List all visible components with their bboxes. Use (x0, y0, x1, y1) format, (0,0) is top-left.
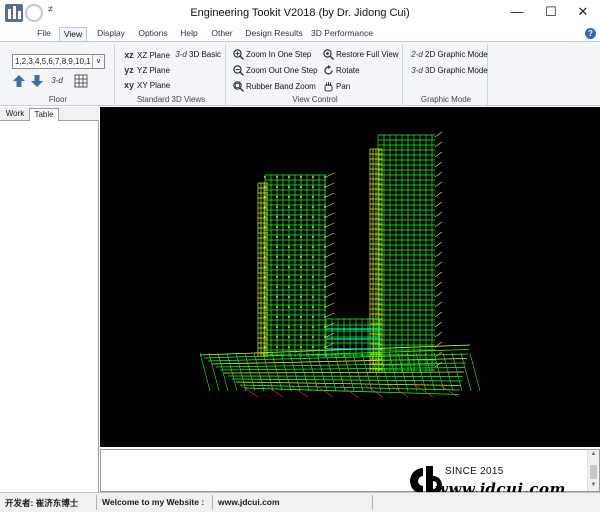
zoom-in-label: Zoom In One Step (246, 50, 312, 59)
3d-basic-label: 3D Basic (189, 50, 222, 59)
graphic-mode-label: Graphic Mode (420, 95, 472, 104)
close-button[interactable]: ✕ (566, 0, 600, 24)
3d-basic-icon: 3-d (175, 50, 187, 59)
xy-plane-button[interactable]: xy XY Plane (123, 80, 170, 90)
xz-plane-label: XZ Plane (137, 50, 170, 60)
tab-help[interactable]: Help (177, 27, 201, 41)
table-icon[interactable] (74, 74, 88, 88)
maximize-button[interactable]: ☐ (534, 0, 568, 24)
status-divider (372, 495, 373, 510)
pan-button[interactable]: Pan (323, 81, 350, 92)
scroll-up-icon[interactable]: ▲ (588, 451, 599, 457)
tab-view[interactable]: View (59, 27, 87, 41)
yz-plane-icon: yz (124, 65, 134, 75)
tab-options[interactable]: Options (135, 27, 171, 41)
welcome-text: Welcome to my Website : (102, 497, 205, 507)
rotate-label: Rotate (336, 66, 360, 75)
view-control-label: View Control (292, 95, 338, 104)
restore-full-view-icon (323, 49, 334, 60)
rotate-button[interactable]: Rotate (323, 65, 360, 76)
restore-full-view-label: Restore Full View (336, 50, 399, 59)
floor-group-label: Floor (48, 95, 68, 104)
ribbon: 1,2,3,4,5,6,7,8,9,10,1 ∨ 3-d Floor xz XZ… (0, 41, 600, 106)
tab-other[interactable]: Other (208, 27, 236, 41)
xy-plane-icon: xy (123, 80, 134, 90)
standard-3d-views-group: xz XZ Plane yz YZ Plane xy XY Plane 3-d … (117, 44, 226, 105)
xz-plane-button[interactable]: xz XZ Plane (123, 50, 170, 60)
app-window: ≠ Engineering Tookit V2018 (by Dr. Jidon… (0, 0, 600, 512)
2d-graphic-mode-icon: 2-d (411, 50, 423, 59)
zoom-out-label: Zoom Out One Step (246, 66, 318, 75)
2d-graphic-mode-label: 2D Graphic Mode (425, 50, 488, 59)
floor-up-icon[interactable] (12, 74, 26, 88)
3d-graphic-mode-label: 3D Graphic Mode (425, 66, 488, 75)
3d-basic-button[interactable]: 3-d 3D Basic (175, 50, 221, 59)
floor-3d-label: 3-d (51, 76, 63, 85)
left-panel: Work Table (0, 107, 99, 492)
status-divider (96, 495, 97, 510)
status-divider (212, 495, 213, 510)
zoom-out-button[interactable]: Zoom Out One Step (233, 65, 318, 76)
tab-3d-performance[interactable]: 3D Performance (311, 27, 373, 41)
pan-hand-icon (324, 82, 333, 92)
tab-display[interactable]: Display (93, 27, 129, 41)
left-panel-tabs: Work Table (0, 107, 99, 121)
floor-3d-button[interactable]: 3-d (51, 76, 63, 85)
restore-full-view-button[interactable]: Restore Full View (323, 49, 399, 60)
status-bar: 开发者: 崔济东博士 Welcome to my Website : www.j… (0, 492, 600, 512)
graphic-mode-group: 2-d 2D Graphic Mode 3-d 3D Graphic Mode … (405, 44, 488, 105)
standard-3d-views-label: Standard 3D Views (136, 95, 206, 104)
xz-plane-icon: xz (124, 50, 134, 60)
3d-graphic-mode-button[interactable]: 3-d 3D Graphic Mode (411, 66, 488, 75)
tab-table[interactable]: Table (29, 108, 59, 121)
zoom-in-button[interactable]: Zoom In One Step (233, 49, 311, 60)
watermark-since: SINCE 2015 (445, 466, 504, 477)
help-icon[interactable]: ? (585, 28, 596, 39)
3d-viewport[interactable] (100, 107, 600, 447)
3d-graphic-mode-icon: 3-d (411, 66, 423, 75)
ribbon-tabs: File View Display Options Help Other Des… (0, 26, 600, 41)
website-link[interactable]: www.jdcui.com (218, 497, 280, 507)
building-wireframe-model[interactable] (100, 107, 600, 447)
view-control-group: Zoom In One Step Zoom Out One Step Rubbe… (228, 44, 403, 105)
tab-design-results[interactable]: Design Results (243, 27, 305, 41)
floor-select-value: 1,2,3,4,5,6,7,8,9,10,1 (15, 57, 91, 66)
rubber-band-zoom-button[interactable]: Rubber Band Zoom (233, 81, 316, 92)
zoom-in-icon (233, 49, 244, 60)
yz-plane-label: YZ Plane (137, 65, 170, 75)
tab-work[interactable]: Work (2, 108, 28, 121)
floor-group: 1,2,3,4,5,6,7,8,9,10,1 ∨ 3-d Floor (2, 44, 115, 105)
yz-plane-button[interactable]: yz YZ Plane (123, 65, 170, 75)
rubber-band-zoom-icon (233, 81, 244, 92)
zoom-out-icon (233, 65, 244, 76)
2d-graphic-mode-button[interactable]: 2-d 2D Graphic Mode (411, 50, 488, 59)
floor-down-icon[interactable] (30, 74, 44, 88)
developer-credit: 开发者: 崔济东博士 (5, 498, 79, 508)
rotate-icon (324, 65, 333, 75)
title-bar: ≠ Engineering Tookit V2018 (by Dr. Jidon… (0, 0, 600, 26)
chevron-down-icon[interactable]: ∨ (92, 55, 104, 68)
tab-file[interactable]: File (32, 27, 56, 41)
floor-select[interactable]: 1,2,3,4,5,6,7,8,9,10,1 ∨ (12, 54, 105, 69)
xy-plane-label: XY Plane (137, 80, 171, 90)
rubber-band-zoom-label: Rubber Band Zoom (246, 82, 316, 91)
pan-label: Pan (336, 82, 351, 91)
minimize-button[interactable]: — (500, 0, 534, 24)
